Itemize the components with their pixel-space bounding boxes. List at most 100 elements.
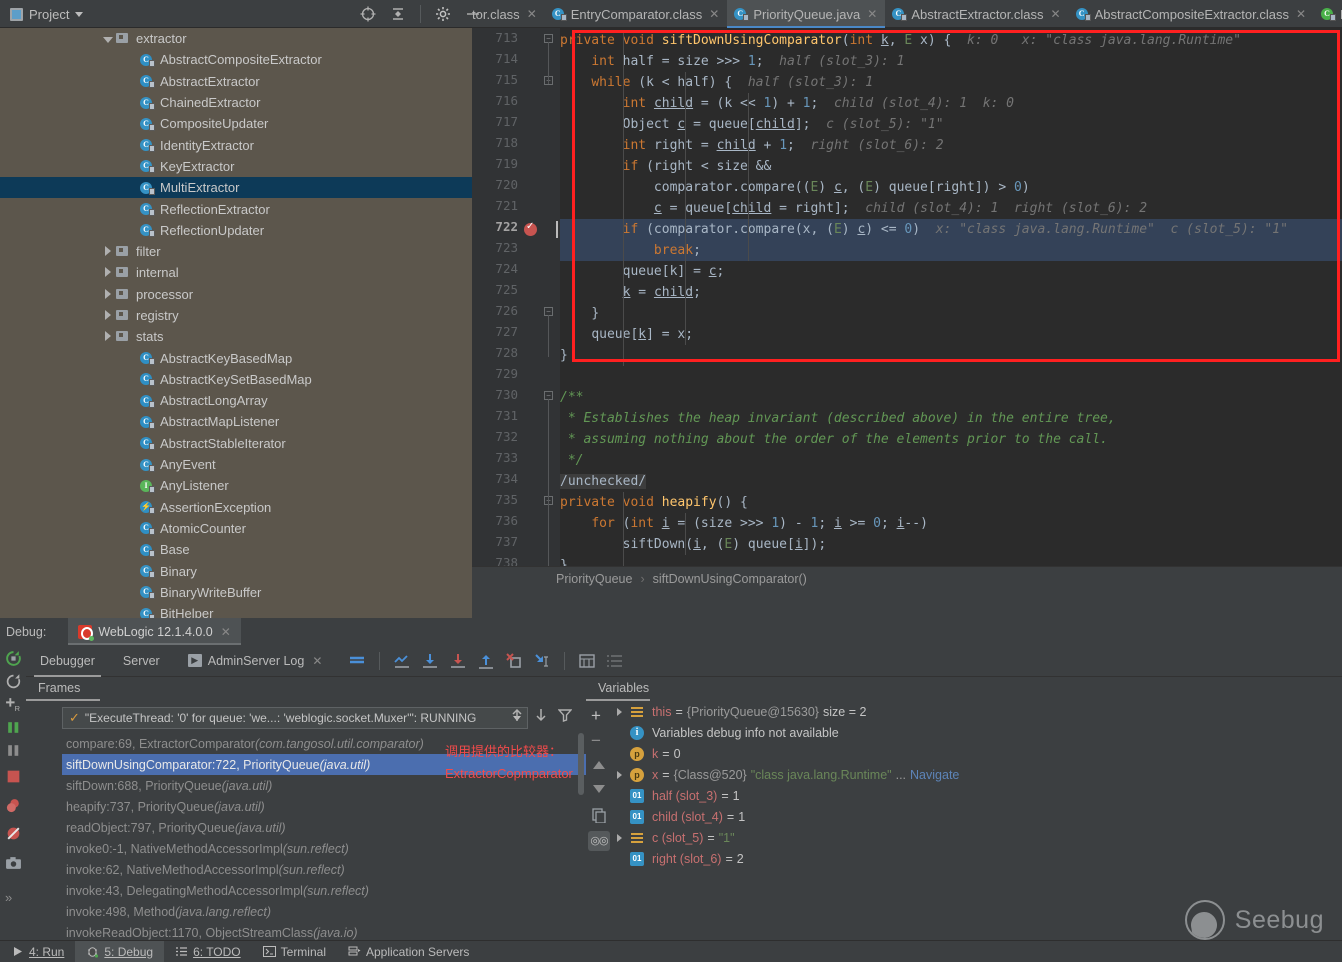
- variable-row[interactable]: c (slot_5) = "1": [612, 827, 1342, 848]
- view-breakpoints-icon[interactable]: [5, 797, 22, 814]
- down-icon[interactable]: [534, 707, 548, 723]
- tree-class-ChainedExtractor[interactable]: C ChainedExtractor: [0, 92, 472, 113]
- debug-session-tab[interactable]: WebLogic 12.1.4.0.0 ✕: [68, 618, 241, 645]
- code-line[interactable]: int child = (k << 1) + 1; child (slot_4)…: [560, 93, 1342, 114]
- filter-icon[interactable]: [558, 707, 572, 723]
- code-line[interactable]: Object c = queue[child]; c (slot_5): "1": [560, 114, 1342, 135]
- settings-gear-icon[interactable]: [435, 6, 451, 22]
- tree-package-filter[interactable]: filter: [0, 241, 472, 262]
- step-over-icon[interactable]: [421, 652, 439, 670]
- restart-icon[interactable]: [5, 673, 22, 690]
- close-icon[interactable]: ✕: [221, 625, 231, 639]
- breadcrumb-method[interactable]: siftDownUsingComparator(): [653, 572, 807, 586]
- editor-tab[interactable]: C Li: [1314, 0, 1342, 28]
- variables-tab[interactable]: Variables: [586, 677, 650, 701]
- tree-package-extractor[interactable]: extractor: [0, 28, 472, 49]
- mute-breakpoints-icon[interactable]: [5, 825, 22, 842]
- code-line[interactable]: c = queue[child = right]; child (slot_4)…: [560, 198, 1342, 219]
- status-item-run[interactable]: 4: Run: [0, 941, 75, 962]
- tab-server[interactable]: Server: [109, 645, 174, 677]
- code-line[interactable]: siftDown(i, (E) queue[i]);: [560, 534, 1342, 555]
- frame-row[interactable]: invoke:498, Method (java.lang.reflect): [62, 901, 586, 922]
- copy-icon[interactable]: [591, 807, 607, 823]
- status-item-todo[interactable]: 6: TODO: [164, 941, 252, 962]
- chevron-down-icon[interactable]: [75, 11, 84, 17]
- add-watch-icon[interactable]: +: [591, 706, 601, 726]
- editor-tab[interactable]: tor.class ✕: [472, 0, 545, 28]
- tree-class-AbstractLongArray[interactable]: C AbstractLongArray: [0, 390, 472, 411]
- tree-class-BinaryWriteBuffer[interactable]: C BinaryWriteBuffer: [0, 582, 472, 603]
- close-icon[interactable]: ✕: [1296, 7, 1306, 21]
- expand-chevron-icon[interactable]: [612, 831, 626, 845]
- tab-debugger[interactable]: Debugger: [26, 645, 109, 677]
- code-line[interactable]: queue[k] = x;: [560, 324, 1342, 345]
- screenshot-icon[interactable]: [5, 855, 22, 872]
- tree-class-ReflectionUpdater[interactable]: C ReflectionUpdater: [0, 220, 472, 241]
- close-icon[interactable]: ✕: [312, 654, 322, 668]
- tree-class-Binary[interactable]: C Binary: [0, 560, 472, 581]
- up-icon[interactable]: [510, 707, 524, 723]
- code-line[interactable]: for (int i = (size >>> 1) - 1; i >= 0; i…: [560, 513, 1342, 534]
- project-tree[interactable]: extractor C AbstractCompositeExtractor C Abs…: [0, 28, 472, 618]
- tree-class-AssertionException[interactable]: ⚡ AssertionException: [0, 497, 472, 518]
- layout-icon[interactable]: [606, 652, 624, 670]
- code-line[interactable]: int half = size >>> 1; half (slot_3): 1: [560, 51, 1342, 72]
- drop-frame-icon[interactable]: [505, 652, 523, 670]
- tree-package-internal[interactable]: internal: [0, 262, 472, 283]
- stop-icon[interactable]: [5, 768, 22, 785]
- tree-class-Base[interactable]: C Base: [0, 539, 472, 560]
- frame-row[interactable]: invoke0:-1, NativeMethodAccessorImpl (su…: [62, 838, 586, 859]
- more-icon[interactable]: »: [5, 890, 22, 907]
- rerun-icon[interactable]: [5, 650, 22, 667]
- variable-row[interactable]: this = {PriorityQueue@15630} size = 2: [612, 701, 1342, 722]
- step-into-icon[interactable]: [449, 652, 467, 670]
- tree-class-AbstractKeyBasedMap[interactable]: C AbstractKeyBasedMap: [0, 347, 472, 368]
- code-line[interactable]: * Establishes the heap invariant (descri…: [560, 408, 1342, 429]
- editor-tab[interactable]: C AbstractCompositeExtractor.class ✕: [1069, 0, 1314, 28]
- inspect-icon[interactable]: ◎◎: [588, 831, 610, 851]
- editor-tab-active[interactable]: C PriorityQueue.java ✕: [727, 0, 886, 28]
- run-to-cursor-icon[interactable]: [533, 652, 551, 670]
- close-icon[interactable]: ✕: [867, 7, 877, 21]
- code-line[interactable]: */: [560, 450, 1342, 471]
- code-line[interactable]: * assuming nothing about the order of th…: [560, 429, 1342, 450]
- tree-class-AbstractMapListener[interactable]: C AbstractMapListener: [0, 411, 472, 432]
- locate-icon[interactable]: [360, 6, 376, 22]
- project-tool-button[interactable]: Project: [0, 0, 93, 28]
- close-icon[interactable]: ✕: [527, 7, 537, 21]
- breadcrumb-class[interactable]: PriorityQueue: [556, 572, 632, 586]
- tree-class-CompositeUpdater[interactable]: C CompositeUpdater: [0, 113, 472, 134]
- tree-package-stats[interactable]: stats: [0, 326, 472, 347]
- thread-selector[interactable]: ✓ "ExecuteThread: '0' for queue: 'we...:…: [62, 707, 528, 729]
- editor-tab[interactable]: C AbstractExtractor.class ✕: [885, 0, 1068, 28]
- code-line[interactable]: int right = child + 1; right (slot_6): 2: [560, 135, 1342, 156]
- code-line[interactable]: private void heapify() {: [560, 492, 1342, 513]
- code-line[interactable]: private void siftDownUsingComparator(int…: [560, 30, 1342, 51]
- tree-class-MultiExtractor[interactable]: C MultiExtractor: [0, 177, 472, 199]
- mute-breakpoints-icon[interactable]: [348, 652, 366, 670]
- close-icon[interactable]: ✕: [1051, 7, 1061, 21]
- evaluate-expression-icon[interactable]: [578, 652, 596, 670]
- down-icon[interactable]: [591, 783, 607, 795]
- variable-row[interactable]: i Variables debug info not available: [612, 722, 1342, 743]
- editor-gutter[interactable]: 713−714715−71671771871972072172272372472…: [472, 28, 560, 591]
- variable-row[interactable]: 01 right (slot_6) = 2: [612, 848, 1342, 869]
- close-icon[interactable]: ✕: [709, 7, 719, 21]
- code-line[interactable]: break;: [560, 240, 1342, 261]
- status-item-terminal[interactable]: Terminal: [252, 941, 337, 962]
- tab-adminserver-log[interactable]: ▶ AdminServer Log ✕: [174, 645, 337, 677]
- frames-tab[interactable]: Frames: [26, 677, 100, 701]
- tree-class-AnyListener[interactable]: I AnyListener: [0, 475, 472, 496]
- remove-watch-icon[interactable]: −: [591, 731, 601, 751]
- navigate-link[interactable]: Navigate: [910, 768, 959, 782]
- code-editor[interactable]: 713−714715−71671771871972072172272372472…: [472, 28, 1342, 591]
- code-line[interactable]: [560, 366, 1342, 387]
- collapse-all-icon[interactable]: [390, 6, 406, 22]
- variable-row[interactable]: px = {Class@520} "class java.lang.Runtim…: [612, 764, 1342, 785]
- frames-scrollbar[interactable]: [578, 733, 584, 795]
- status-item-debug[interactable]: 5: Debug: [75, 940, 165, 962]
- tree-class-BitHelper[interactable]: C BitHelper: [0, 603, 472, 618]
- frame-row[interactable]: readObject:797, PriorityQueue (java.util…: [62, 817, 586, 838]
- attach-icon[interactable]: R: [5, 696, 22, 713]
- variable-row[interactable]: 01 half (slot_3) = 1: [612, 785, 1342, 806]
